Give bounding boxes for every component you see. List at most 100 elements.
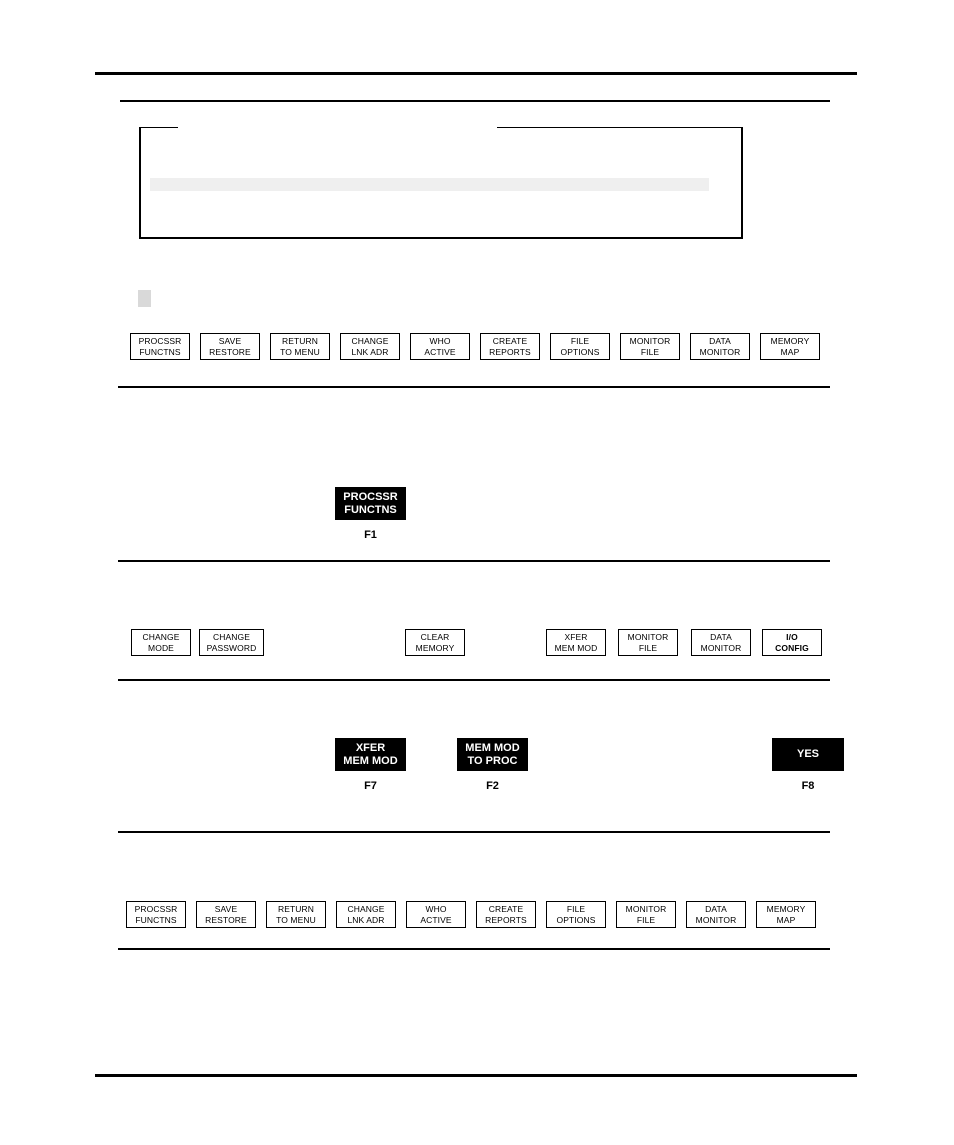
softkey-who-active[interactable]: WHO ACTIVE xyxy=(410,333,470,360)
softkey-line2: FUNCTNS xyxy=(139,346,181,357)
softkey-line2: MEM MOD xyxy=(554,642,598,653)
softkey-line1: CHANGE xyxy=(347,904,385,914)
softkey-line1: XFER xyxy=(564,632,588,642)
softkey-line1: MEMORY xyxy=(766,904,806,914)
softkey-line2: ACTIVE xyxy=(420,914,452,925)
softkey-line1: CREATE xyxy=(488,904,524,914)
softkey-line2: CONFIG xyxy=(775,642,809,653)
header-rule-thin xyxy=(120,100,830,102)
softkey-line1: CHANGE xyxy=(142,632,180,642)
softkey-line2: MAP xyxy=(780,346,800,357)
softkey-line1: I/O xyxy=(786,632,798,642)
softkey-line2: MONITOR xyxy=(695,914,737,925)
selected-key-line1: XFER xyxy=(355,741,386,754)
softkey-line2: TO MENU xyxy=(280,346,320,357)
softkey-line2: PASSWORD xyxy=(206,642,257,653)
selected-key-button[interactable]: MEM MOD TO PROC xyxy=(457,738,528,771)
softkey-line2: REPORTS xyxy=(485,914,527,925)
softkey-line2: FILE xyxy=(636,914,656,925)
softkey-line1: DATA xyxy=(710,632,732,642)
softkey-line1: SAVE xyxy=(218,336,242,346)
softkey-monitor-file[interactable]: MONITOR FILE xyxy=(616,901,676,928)
softkey-line2: TO MENU xyxy=(276,914,316,925)
frame-highlight-bar xyxy=(150,178,709,191)
softkey-line2: FILE xyxy=(640,346,660,357)
softkey-line1: MEMORY xyxy=(770,336,810,346)
softkey-file-options[interactable]: FILE OPTIONS xyxy=(550,333,610,360)
selected-key-line2: FUNCTNS xyxy=(344,503,397,516)
softkey-line2: OPTIONS xyxy=(556,914,596,925)
softkey-clear-memory[interactable]: CLEAR MEMORY xyxy=(405,629,465,656)
section-rule-1 xyxy=(118,386,830,389)
softkey-line1: CHANGE xyxy=(351,336,389,346)
softkey-return-to-menu[interactable]: RETURN TO MENU xyxy=(266,901,326,928)
softkey-monitor-file[interactable]: MONITOR FILE xyxy=(618,629,678,656)
softkey-line2: ACTIVE xyxy=(424,346,456,357)
softkey-line2: MODE xyxy=(148,642,174,653)
softkey-create-reports[interactable]: CREATE REPORTS xyxy=(476,901,536,928)
softkey-line1: DATA xyxy=(709,336,731,346)
header-rule-thick xyxy=(95,72,857,75)
softkey-monitor-file[interactable]: MONITOR FILE xyxy=(620,333,680,360)
softkey-row-processor-functions: CHANGE MODE CHANGE PASSWORD CLEAR MEMORY… xyxy=(131,629,822,656)
softkey-change-lnk-adr[interactable]: CHANGE LNK ADR xyxy=(340,333,400,360)
softkey-data-monitor[interactable]: DATA MONITOR xyxy=(690,333,750,360)
section-rule-2 xyxy=(118,560,830,563)
selected-key-yes: YES F8 xyxy=(772,738,844,793)
softkey-line2: REPORTS xyxy=(489,346,531,357)
selected-key-mem-mod-to-proc: MEM MOD TO PROC F2 xyxy=(457,738,528,793)
softkey-line1: WHO xyxy=(425,904,447,914)
softkey-line1: MONITOR xyxy=(629,336,671,346)
softkey-create-reports[interactable]: CREATE REPORTS xyxy=(480,333,540,360)
softkey-file-options[interactable]: FILE OPTIONS xyxy=(546,901,606,928)
softkey-io-config[interactable]: I/O CONFIG xyxy=(762,629,822,656)
selected-key-line1: YES xyxy=(796,748,819,760)
selected-key-xfer-mem-mod: XFER MEM MOD F7 xyxy=(335,738,406,793)
softkey-line1: MONITOR xyxy=(627,632,669,642)
softkey-line1: CLEAR xyxy=(420,632,450,642)
softkey-memory-map[interactable]: MEMORY MAP xyxy=(760,333,820,360)
softkey-line2: RESTORE xyxy=(209,346,251,357)
section-rule-3 xyxy=(118,679,830,682)
softkey-line2: LNK ADR xyxy=(347,914,385,925)
softkey-line1: CREATE xyxy=(492,336,528,346)
softkey-save-restore[interactable]: SAVE RESTORE xyxy=(200,333,260,360)
softkey-memory-map[interactable]: MEMORY MAP xyxy=(756,901,816,928)
selected-key-button[interactable]: PROCSSR FUNCTNS xyxy=(335,487,406,520)
function-key-label: F2 xyxy=(486,780,499,792)
selected-key-button[interactable]: XFER MEM MOD xyxy=(335,738,406,771)
selected-key-line1: MEM MOD xyxy=(465,741,520,754)
softkey-change-password[interactable]: CHANGE PASSWORD xyxy=(199,629,264,656)
softkey-line1: FILE xyxy=(570,336,590,346)
softkey-change-lnk-adr[interactable]: CHANGE LNK ADR xyxy=(336,901,396,928)
softkey-line2: LNK ADR xyxy=(351,346,389,357)
softkey-line2: OPTIONS xyxy=(560,346,600,357)
softkey-procssr-functns[interactable]: PROCSSR FUNCTNS xyxy=(130,333,190,360)
softkey-line1: WHO xyxy=(429,336,451,346)
function-key-label: F8 xyxy=(801,780,815,792)
softkey-line2: RESTORE xyxy=(205,914,247,925)
selected-key-line2: TO PROC xyxy=(467,754,518,767)
selected-key-line1: PROCSSR xyxy=(343,490,398,503)
softkey-line1: SAVE xyxy=(214,904,238,914)
softkey-line2: FUNCTNS xyxy=(135,914,177,925)
softkey-data-monitor[interactable]: DATA MONITOR xyxy=(686,901,746,928)
softkey-row-menu-top: PROCSSR FUNCTNS SAVE RESTORE RETURN TO M… xyxy=(130,333,820,360)
selected-key-button[interactable]: YES xyxy=(772,738,844,771)
softkey-line1: PROCSSR xyxy=(138,336,182,346)
softkey-line1: CHANGE xyxy=(213,632,250,642)
softkey-data-monitor[interactable]: DATA MONITOR xyxy=(691,629,751,656)
softkey-save-restore[interactable]: SAVE RESTORE xyxy=(196,901,256,928)
softkey-line2: MEMORY xyxy=(415,642,455,653)
selected-key-line2: MEM MOD xyxy=(343,754,398,767)
softkey-xfer-mem-mod[interactable]: XFER MEM MOD xyxy=(546,629,606,656)
softkey-line2: MAP xyxy=(776,914,796,925)
softkey-return-to-menu[interactable]: RETURN TO MENU xyxy=(270,333,330,360)
softkey-row-menu-bottom: PROCSSR FUNCTNS SAVE RESTORE RETURN TO M… xyxy=(126,901,816,928)
softkey-line1: RETURN xyxy=(281,336,318,346)
softkey-line2: MONITOR xyxy=(700,642,742,653)
softkey-who-active[interactable]: WHO ACTIVE xyxy=(406,901,466,928)
selected-key-procssr-functns: PROCSSR FUNCTNS F1 xyxy=(335,487,406,542)
softkey-procssr-functns[interactable]: PROCSSR FUNCTNS xyxy=(126,901,186,928)
softkey-change-mode[interactable]: CHANGE MODE xyxy=(131,629,191,656)
